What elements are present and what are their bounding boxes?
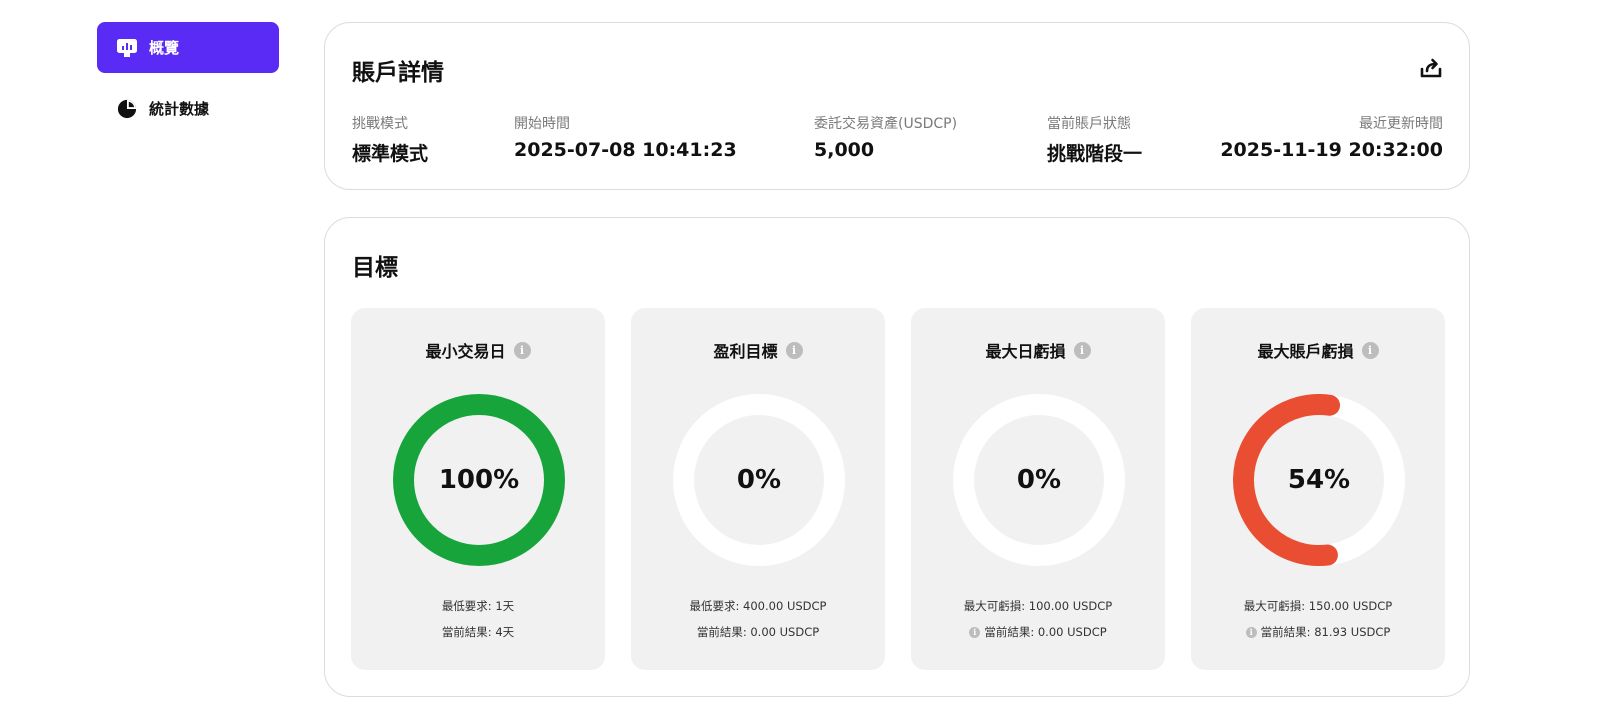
goal-current-result: i 當前結果: 81.93 USDCP [1191, 624, 1445, 640]
goal-current-result-text: 當前結果: 81.93 USDCP [1260, 625, 1391, 639]
sidebar-item-overview[interactable]: 概覽 [97, 22, 279, 73]
goal-max-daily-loss: 最大日虧損 i 0% 最大可虧損: 100.00 USDCP i 當前結果: 0.… [911, 308, 1165, 670]
info-icon[interactable]: i [1245, 627, 1257, 638]
info-icon[interactable]: i [969, 627, 981, 638]
field-challenge-mode: 挑戰模式 標準模式 [352, 113, 428, 166]
goal-requirement: 最大可虧損: 100.00 USDCP [963, 599, 1113, 613]
field-label: 開始時間 [514, 116, 570, 132]
export-icon[interactable] [1419, 56, 1443, 80]
overview-icon [117, 38, 137, 58]
sidebar-item-statistics[interactable]: 統計數據 [97, 83, 279, 134]
goals-card: 目標 最小交易日 i 100% 最低要求: 1天 當前結果: 4天 盈利目標 i… [324, 217, 1470, 697]
goal-current-result: 當前結果: 0.00 USDCP [696, 625, 820, 639]
goal-title-text: 最大日虧損 [985, 342, 1066, 361]
sidebar-item-label: 概覽 [149, 39, 180, 57]
field-trading-assets: 委託交易資產(USDCP) 5,000 [814, 113, 957, 161]
field-label: 委託交易資產(USDCP) [814, 116, 958, 132]
goal-title-text: 盈利目標 [713, 342, 778, 361]
field-value: 2025-07-08 10:41:23 [514, 139, 737, 161]
field-label: 挑戰模式 [352, 116, 408, 132]
sidebar: 概覽 統計數據 [97, 22, 279, 144]
goal-max-account-loss: 最大賬戶虧損 i 54% 最大可虧損: 150.00 USDCP i 當前結果: … [1191, 308, 1445, 670]
field-value: 標準模式 [352, 143, 429, 165]
info-icon[interactable]: i [1361, 341, 1379, 359]
field-label: 最近更新時間 [1359, 116, 1443, 132]
info-icon[interactable]: i [513, 341, 531, 359]
pie-chart-icon [117, 99, 137, 119]
field-value: 5,000 [814, 139, 875, 161]
goal-requirement: 最低要求: 1天 [441, 599, 515, 613]
goal-profit-target: 盈利目標 i 0% 最低要求: 400.00 USDCP 當前結果: 0.00 … [631, 308, 885, 670]
goal-title: 盈利目標 i [631, 338, 885, 362]
goal-title: 最大日虧損 i [911, 338, 1165, 362]
field-label: 當前賬戶狀態 [1047, 116, 1131, 132]
progress-percent: 0% [736, 465, 782, 495]
goal-title-text: 最大賬戶虧損 [1257, 342, 1354, 361]
goal-requirement: 最低要求: 400.00 USDCP [689, 599, 827, 613]
goal-current-result: i 當前結果: 0.00 USDCP [911, 624, 1165, 640]
goal-title: 最小交易日 i [351, 338, 605, 362]
account-details-card: 賬戶詳情 挑戰模式 標準模式 開始時間 2025-07-08 10:41:23 … [324, 22, 1470, 190]
progress-percent: 54% [1287, 465, 1351, 495]
progress-percent: 100% [438, 465, 520, 495]
field-value: 2025-11-19 20:32:00 [1220, 139, 1443, 161]
info-icon[interactable]: i [785, 341, 803, 359]
field-value: 挑戰階段一 [1047, 143, 1143, 165]
info-icon[interactable]: i [1073, 341, 1091, 359]
field-last-updated: 最近更新時間 2025-11-19 20:32:00 [1220, 113, 1443, 161]
field-start-time: 開始時間 2025-07-08 10:41:23 [514, 113, 737, 161]
goal-min-trading-days: 最小交易日 i 100% 最低要求: 1天 當前結果: 4天 [351, 308, 605, 670]
field-account-status: 當前賬戶狀態 挑戰階段一 [1047, 113, 1142, 166]
goal-current-result: 當前結果: 4天 [441, 625, 515, 639]
sidebar-item-label: 統計數據 [149, 100, 210, 118]
goal-current-result-text: 當前結果: 0.00 USDCP [984, 625, 1107, 639]
goal-title-text: 最小交易日 [425, 342, 506, 361]
goal-title: 最大賬戶虧損 i [1191, 338, 1445, 362]
goal-requirement: 最大可虧損: 150.00 USDCP [1243, 599, 1393, 613]
progress-percent: 0% [1016, 465, 1062, 495]
goals-title: 目標 [352, 255, 398, 281]
account-details-title: 賬戶詳情 [352, 60, 444, 86]
